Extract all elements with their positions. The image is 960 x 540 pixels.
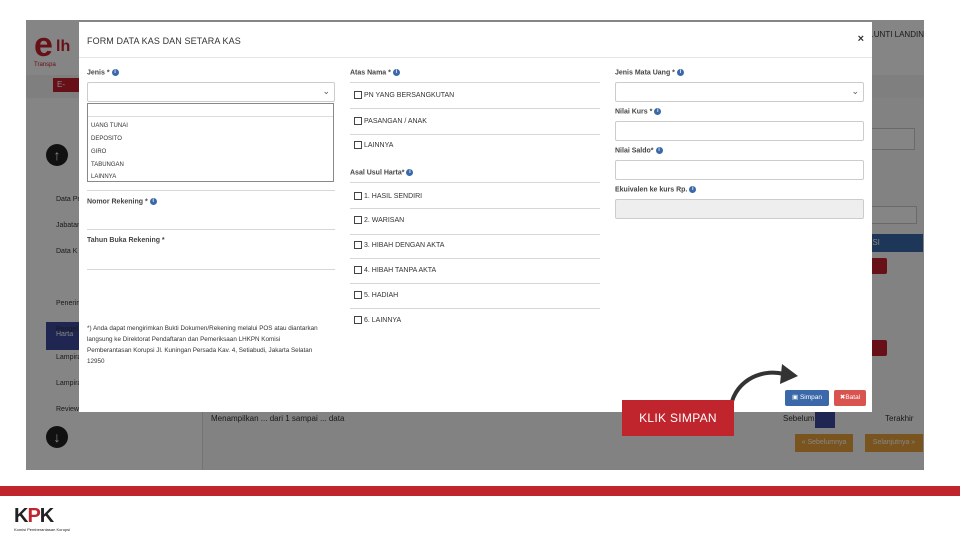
kpk-logo: KPK	[14, 505, 54, 528]
checkbox-label: PASANGAN / ANAK	[364, 117, 427, 125]
field-underline	[350, 108, 600, 109]
info-icon[interactable]: i	[149, 198, 157, 205]
tahun-buka-label: Tahun Buka Rekening *	[87, 237, 165, 244]
slide: e lh Transpa ...UNTI LANDIN E- ↑ Data Pr…	[0, 0, 960, 540]
modal-title: FORM DATA KAS DAN SETARA KAS	[87, 36, 241, 46]
asal-usul-label: Asal Usul Harta* i	[350, 169, 414, 177]
checkbox-icon[interactable]	[354, 266, 362, 274]
info-icon[interactable]: i	[111, 69, 119, 76]
jenis-select[interactable]: ⌄	[87, 82, 335, 102]
nomor-rekening-label: Nomor Rekening * i	[87, 198, 157, 205]
tahun-buka-input[interactable]	[87, 250, 335, 270]
label-text: Atas Nama *	[350, 69, 391, 77]
footer-bar	[0, 486, 960, 496]
checkbox-label: 2. WARISAN	[364, 216, 405, 224]
cancel-button[interactable]: ✖Batal	[834, 390, 866, 406]
nilai-kurs-input[interactable]	[615, 121, 864, 141]
nilai-kurs-label: Nilai Kurs * i	[615, 108, 662, 116]
dropdown-option-empty[interactable]	[88, 104, 333, 117]
checkbox-label: 1. HASIL SENDIRI	[364, 192, 423, 200]
label-text: Asal Usul Harta*	[350, 169, 405, 177]
label-text: Ekuivalen ke kurs Rp.	[615, 186, 688, 194]
checkbox-icon[interactable]	[354, 241, 362, 249]
field-underline	[350, 234, 600, 235]
asal-usul-checkbox[interactable]: 1. HASIL SENDIRI	[354, 192, 422, 200]
chevron-down-icon: ⌄	[851, 86, 859, 96]
checkbox-icon[interactable]	[354, 291, 362, 299]
field-underline	[350, 182, 600, 183]
info-icon[interactable]: i	[654, 108, 662, 115]
label-text: Jenis Mata Uang *	[615, 69, 675, 77]
asal-usul-checkbox[interactable]: 6. LAINNYA	[354, 316, 401, 324]
checkbox-label: 4. HIBAH TANPA AKTA	[364, 266, 437, 274]
instruction-callout: KLIK SIMPAN	[622, 400, 734, 436]
checkbox-label: PN YANG BERSANGKUTAN	[364, 91, 455, 99]
info-icon[interactable]: i	[676, 69, 684, 76]
asal-usul-checkbox[interactable]: 2. WARISAN	[354, 216, 404, 224]
modal-header: FORM DATA KAS DAN SETARA KAS ×	[79, 22, 872, 58]
chevron-down-icon: ⌄	[322, 86, 330, 96]
atas-nama-checkbox[interactable]: LAINNYA	[354, 141, 393, 149]
checkbox-label: 3. HIBAH DENGAN AKTA	[364, 241, 445, 249]
nomor-rekening-input[interactable]	[87, 212, 335, 230]
logo-letter: P	[27, 505, 40, 527]
dropdown-option[interactable]: TABUNGAN	[91, 162, 124, 168]
checkbox-icon[interactable]	[354, 141, 362, 149]
field-underline	[350, 82, 600, 83]
label-text: Nomor Rekening *	[87, 198, 148, 206]
field-underline	[350, 258, 600, 259]
field-underline	[350, 134, 600, 135]
checkbox-label: 6. LAINNYA	[364, 316, 402, 324]
checkbox-label: LAINNYA	[364, 141, 394, 149]
checkbox-label: 5. HADIAH	[364, 291, 399, 299]
ekuivalen-input	[615, 199, 864, 219]
atas-nama-checkbox[interactable]: PN YANG BERSANGKUTAN	[354, 91, 454, 99]
jenis-dropdown[interactable]: UANG TUNAI DEPOSITO GIRO TABUNGAN LAINNY…	[87, 103, 334, 182]
field-underline	[350, 283, 600, 284]
checkbox-icon[interactable]	[354, 216, 362, 224]
checkbox-icon[interactable]	[354, 91, 362, 99]
dropdown-option[interactable]: DEPOSITO	[91, 136, 122, 142]
cancel-button-label: Batal	[845, 394, 861, 401]
asal-usul-checkbox[interactable]: 3. HIBAH DENGAN AKTA	[354, 241, 444, 249]
field-underline	[350, 308, 600, 309]
checkbox-icon[interactable]	[354, 117, 362, 125]
asal-usul-checkbox[interactable]: 4. HIBAH TANPA AKTA	[354, 266, 436, 274]
info-icon[interactable]: i	[392, 69, 400, 76]
checkbox-icon[interactable]	[354, 316, 362, 324]
label-text: Tahun Buka Rekening *	[87, 237, 165, 244]
ekuivalen-label: Ekuivalen ke kurs Rp. i	[615, 186, 697, 194]
jenis-mata-uang-select[interactable]: ⌄	[615, 82, 864, 102]
atas-nama-label: Atas Nama * i	[350, 69, 400, 76]
kpk-logo-subtitle: Komisi Pemberantasan Korupsi	[14, 527, 71, 532]
submission-note: *) Anda dapat mengirimkan Bukti Dokumen/…	[87, 325, 318, 365]
nilai-saldo-input[interactable]	[615, 160, 864, 180]
nilai-saldo-label: Nilai Saldo* i	[615, 147, 663, 154]
dropdown-option[interactable]: UANG TUNAI	[91, 123, 128, 129]
label-text: Jenis *	[87, 69, 110, 77]
field-underline	[350, 208, 600, 209]
atas-nama-checkbox[interactable]: PASANGAN / ANAK	[354, 117, 427, 125]
form-modal: FORM DATA KAS DAN SETARA KAS × Jenis * i …	[79, 22, 872, 412]
label-text: Nilai Kurs *	[615, 108, 653, 116]
jenis-label: Jenis * i	[87, 69, 119, 76]
logo-letter: K	[14, 505, 28, 527]
jenis-mata-uang-label: Jenis Mata Uang * i	[615, 69, 684, 76]
dropdown-option[interactable]: LAINNYA	[91, 174, 116, 180]
field-underline	[87, 190, 335, 191]
dropdown-option[interactable]: GIRO	[91, 149, 106, 155]
asal-usul-checkbox[interactable]: 5. HADIAH	[354, 291, 398, 299]
logo-letter: K	[39, 505, 54, 527]
info-icon[interactable]: i	[406, 169, 414, 176]
info-icon[interactable]: i	[689, 186, 697, 193]
info-icon[interactable]: i	[655, 147, 663, 154]
close-icon[interactable]: ×	[858, 33, 864, 45]
label-text: Nilai Saldo*	[615, 147, 654, 155]
checkbox-icon[interactable]	[354, 192, 362, 200]
